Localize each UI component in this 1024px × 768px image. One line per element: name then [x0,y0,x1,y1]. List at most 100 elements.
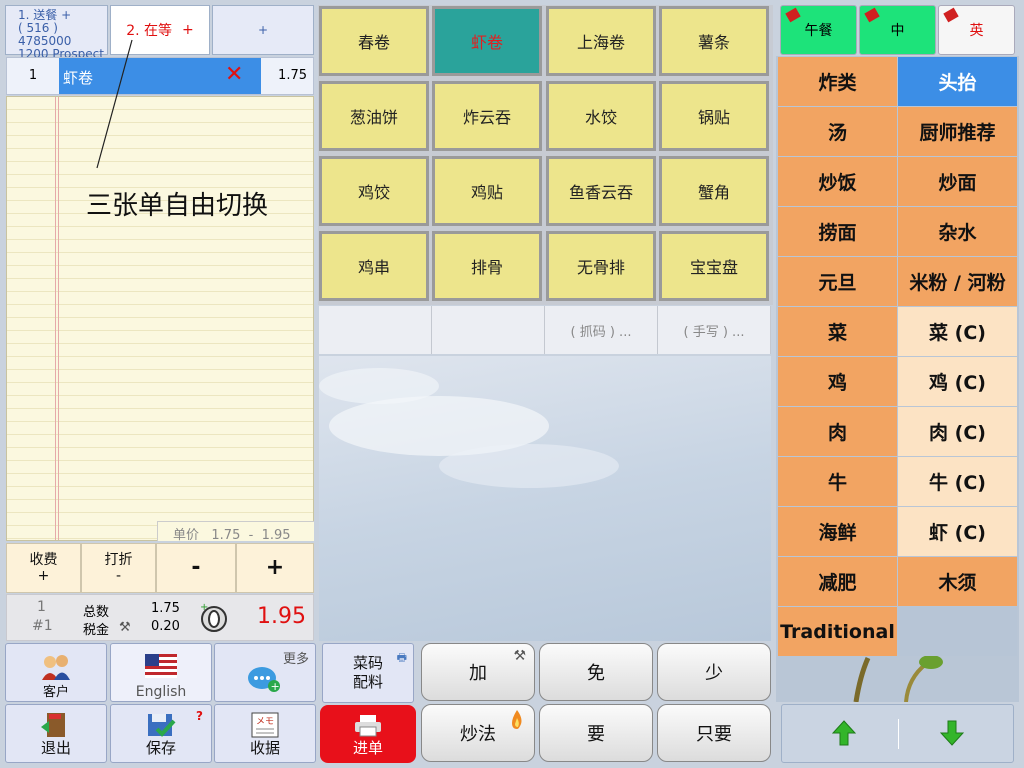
want-label: 要 [587,724,605,745]
category-label: 炒饭 [818,172,857,194]
menu-item-label: 无骨排 [576,258,625,277]
category-button[interactable]: 海鲜 [778,507,897,556]
category-button[interactable]: 杂水 [898,207,1017,256]
menu-item[interactable]: 鸡贴 [432,156,542,226]
coin-icon[interactable]: + [197,601,231,635]
more-button[interactable]: 更多 + [214,643,316,702]
menu-item[interactable]: 春卷 [319,6,429,76]
category-label: 海鲜 [818,522,857,544]
exit-button[interactable]: 退出 [5,704,107,763]
category-button[interactable]: 元旦 [778,257,897,306]
category-button[interactable]: 捞面 [778,207,897,256]
menu-item-label: 虾卷 [470,33,503,52]
language-button[interactable]: English [110,643,212,702]
category-button[interactable]: 减肥 [778,557,897,606]
menu-item[interactable]: 无骨排 [546,231,656,301]
charge-sub: + [37,568,50,584]
menu-item[interactable]: 锅贴 [659,81,769,151]
category-label: 牛 (C) [929,472,986,494]
category-button[interactable]: 肉 (C) [898,407,1017,456]
category-label: 肉 (C) [929,422,986,444]
meal-tab-english[interactable]: 英 [938,5,1015,55]
receipt-button[interactable]: メモ 收据 [214,704,316,763]
code-ingredient-button[interactable]: 菜码 配料 🖶 [322,643,414,703]
submit-order-button[interactable]: 进单 [320,705,416,763]
tab-flag-icon [785,7,801,23]
category-label: 减肥 [818,572,857,594]
category-button[interactable]: 菜 [778,307,897,356]
decrease-button[interactable]: - [156,543,236,593]
category-button[interactable]: 汤 [778,107,897,156]
menu-extra-cell[interactable] [319,306,432,354]
menu-item[interactable]: 葱油饼 [319,81,429,151]
total-value: 1.75 [151,601,180,616]
receipt-label: 收据 [249,739,280,757]
category-label: 捞面 [818,222,857,244]
menu-item[interactable]: 炸云吞 [432,81,542,151]
menu-extra-cell[interactable] [432,306,545,354]
meal-tab-chinese[interactable]: 中 [859,5,936,55]
category-button[interactable]: 木须 [898,557,1017,606]
save-button[interactable]: ? 保存 [110,704,212,763]
meal-tab-lunch[interactable]: 午餐 [780,5,857,55]
menu-item[interactable]: 上海卷 [546,6,656,76]
menu-item-label: 鱼香云吞 [568,183,633,202]
category-button[interactable]: 头抬 [898,57,1017,106]
svg-text:+: + [200,602,208,613]
add-modifier-button[interactable]: 加 ⚒ [421,643,535,701]
category-label: 头抬 [938,72,977,94]
category-button[interactable]: 炒面 [898,157,1017,206]
want-modifier-button[interactable]: 要 [539,704,653,762]
category-button[interactable]: Traditional [778,607,897,656]
category-button[interactable]: 炒饭 [778,157,897,206]
menu-item[interactable]: 薯条 [659,6,769,76]
grand-total: 1.95 [257,604,306,629]
menu-item[interactable]: 蟹角 [659,156,769,226]
category-button[interactable]: 菜 (C) [898,307,1017,356]
category-button[interactable]: 厨师推荐 [898,107,1017,156]
less-label: 少 [705,663,723,684]
category-button[interactable]: 鸡 (C) [898,357,1017,406]
customer-icon [42,655,70,680]
tools-icon: ⚒ [513,648,526,664]
increase-button[interactable]: + [236,543,314,593]
less-modifier-button[interactable]: 少 [657,643,771,701]
category-label: 炸类 [818,72,857,94]
menu-extra-cell[interactable]: ( 手写 ) ... [658,306,771,354]
customer-button[interactable]: 客户 [5,643,107,702]
tax-tool-icon[interactable]: ⚒ [119,620,131,635]
free-modifier-button[interactable]: 免 [539,643,653,701]
menu-item[interactable]: 鱼香云吞 [546,156,656,226]
category-button[interactable]: 米粉 / 河粉 [898,257,1017,306]
category-button[interactable]: 虾 (C) [898,507,1017,556]
scroll-down-arrow-icon[interactable] [940,719,964,747]
menu-extra-cell[interactable]: ( 抓码 ) ... [545,306,658,354]
discount-label: 打折 [104,552,133,568]
background-area [319,356,771,641]
menu-extra-label: ( 抓码 ) ... [570,324,632,340]
category-button[interactable]: 鸡 [778,357,897,406]
scroll-up-arrow-icon[interactable] [832,719,856,747]
category-button[interactable]: 肉 [778,407,897,456]
menu-item-label: 炸云吞 [462,108,511,127]
menu-item-label: 排骨 [470,258,503,277]
category-button[interactable]: 牛 (C) [898,457,1017,506]
category-button[interactable]: 炸类 [778,57,897,106]
menu-item-label: 春卷 [357,33,390,52]
discount-sub: - [115,568,122,584]
charge-button[interactable]: 收费 + [6,543,81,593]
menu-item[interactable]: 排骨 [432,231,542,301]
menu-item[interactable]: 宝宝盘 [659,231,769,301]
ingredient-label: 配料 [352,673,383,691]
meal-tab-lunch-label: 午餐 [804,23,833,39]
scroll-divider [898,719,899,749]
discount-button[interactable]: 打折 - [81,543,156,593]
menu-item[interactable]: 虾卷 [432,6,542,76]
category-label: 元旦 [818,272,857,294]
cook-method-button[interactable]: 炒法 [421,704,535,762]
menu-item[interactable]: 鸡串 [319,231,429,301]
category-button[interactable]: 牛 [778,457,897,506]
menu-item[interactable]: 鸡饺 [319,156,429,226]
menu-item[interactable]: 水饺 [546,81,656,151]
only-modifier-button[interactable]: 只要 [657,704,771,762]
